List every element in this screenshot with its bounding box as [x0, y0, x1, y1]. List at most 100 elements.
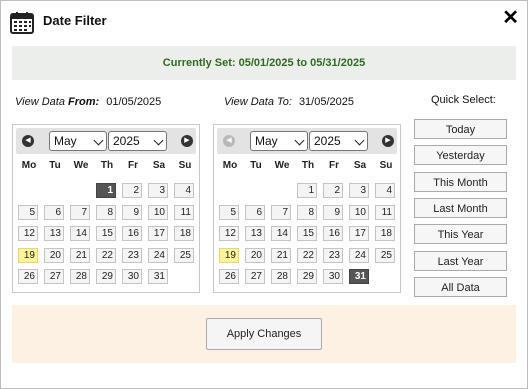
to-day-cell[interactable]: 24 [349, 247, 369, 263]
from-day-cell[interactable]: 19 [18, 247, 38, 263]
to-day-cell[interactable]: 26 [219, 269, 239, 284]
to-day-cell[interactable]: 28 [271, 269, 291, 284]
to-day-cell[interactable]: 11 [375, 204, 395, 220]
to-weekday-header: We [274, 160, 290, 171]
to-day-cell[interactable]: 16 [323, 226, 343, 241]
to-day-cell[interactable]: 22 [297, 247, 317, 263]
from-day-cell[interactable]: 7 [70, 204, 90, 220]
from-label-prefix: View Data [15, 96, 68, 108]
dialog-title: Date Filter [43, 13, 107, 28]
quick-select-this-year-button[interactable]: This Year [414, 224, 507, 245]
to-weekday-header: Fr [329, 160, 339, 171]
to-day-cell[interactable]: 2 [323, 183, 343, 198]
to-year-select[interactable]: 2025 [309, 131, 368, 151]
from-calendar-header: ◀ May 2025 ▶ [16, 128, 196, 154]
from-day-cell[interactable]: 16 [122, 226, 142, 241]
from-day-cell[interactable]: 4 [174, 183, 194, 198]
to-day-cell[interactable]: 7 [271, 204, 291, 220]
to-date-value: 31/05/2025 [298, 96, 354, 108]
from-day-cell[interactable]: 31 [148, 269, 168, 284]
chevron-down-icon [294, 135, 305, 146]
from-day-cell[interactable]: 17 [148, 226, 168, 241]
quick-select-yesterday-button[interactable]: Yesterday [414, 145, 507, 166]
to-day-cell[interactable]: 4 [375, 183, 395, 198]
from-day-cell[interactable]: 29 [96, 269, 116, 284]
from-day-cell[interactable]: 20 [44, 247, 64, 263]
apply-changes-button[interactable]: Apply Changes [206, 318, 322, 350]
from-month-select[interactable]: May [49, 131, 107, 151]
to-day-cell[interactable]: 6 [245, 204, 265, 220]
quick-select-label: Quick Select: [431, 94, 496, 106]
from-day-cell[interactable]: 30 [122, 269, 142, 284]
to-day-cell[interactable]: 31 [349, 269, 369, 284]
from-day-cell[interactable]: 24 [148, 247, 168, 263]
to-weekday-header: Su [379, 160, 393, 171]
quick-select-last-month-button[interactable]: Last Month [414, 197, 507, 218]
prev-month-icon[interactable]: ◀ [223, 135, 235, 147]
to-day-cell[interactable]: 21 [271, 247, 291, 263]
from-day-cell[interactable]: 27 [44, 269, 64, 284]
to-day-cell[interactable]: 10 [349, 204, 369, 220]
from-weekday-header: Th [100, 160, 114, 171]
from-weekday-header: Tu [49, 160, 61, 171]
to-day-cell[interactable]: 19 [219, 247, 239, 263]
from-day-cell[interactable]: 2 [122, 183, 142, 198]
to-day-cell[interactable]: 3 [349, 183, 369, 198]
to-day-cell[interactable]: 25 [375, 247, 395, 263]
to-day-cell[interactable]: 29 [297, 269, 317, 284]
from-day-cell[interactable]: 13 [44, 226, 64, 241]
from-day-cell[interactable]: 18 [174, 226, 194, 241]
from-day-cell[interactable]: 3 [148, 183, 168, 198]
from-day-cell[interactable]: 28 [70, 269, 90, 284]
prev-month-icon[interactable]: ◀ [22, 135, 34, 147]
from-year-select[interactable]: 2025 [108, 131, 167, 151]
to-day-cell[interactable]: 14 [271, 226, 291, 241]
to-day-cell[interactable]: 30 [323, 269, 343, 284]
to-day-cell[interactable]: 13 [245, 226, 265, 241]
from-day-cell[interactable]: 8 [96, 204, 116, 220]
to-weekday-header: Th [301, 160, 315, 171]
to-day-cell[interactable]: 27 [245, 269, 265, 284]
to-day-cell[interactable]: 12 [219, 226, 239, 241]
from-weekday-header: Sa [152, 160, 166, 171]
to-day-cell[interactable]: 20 [245, 247, 265, 263]
from-day-cell[interactable]: 14 [70, 226, 90, 241]
from-day-cell[interactable]: 15 [96, 226, 116, 241]
close-icon[interactable]: ✕ [502, 7, 519, 29]
to-day-cell[interactable]: 8 [297, 204, 317, 220]
quick-select-this-month-button[interactable]: This Month [414, 171, 507, 192]
from-day-cell[interactable]: 26 [18, 269, 38, 284]
from-day-cell[interactable]: 21 [70, 247, 90, 263]
to-weekday-header: Tu [250, 160, 262, 171]
from-day-cell[interactable]: 11 [174, 204, 194, 220]
date-filter-dialog: Date Filter ✕ Currently Set: 05/01/2025 … [0, 0, 528, 389]
quick-select-today-button[interactable]: Today [414, 119, 507, 139]
next-month-icon[interactable]: ▶ [181, 135, 193, 147]
next-month-icon[interactable]: ▶ [382, 135, 394, 147]
from-day-cell[interactable]: 10 [148, 204, 168, 220]
from-day-cell[interactable]: 23 [122, 247, 142, 263]
quick-select-all-data-button[interactable]: All Data [414, 276, 507, 297]
from-day-cell[interactable]: 1 [96, 183, 116, 198]
quick-select-last-year-button[interactable]: Last Year [414, 250, 507, 271]
from-weekday-header: We [73, 160, 89, 171]
to-day-cell[interactable]: 18 [375, 226, 395, 241]
to-weekday-header: Mo [222, 160, 238, 171]
chevron-down-icon [153, 135, 164, 146]
from-day-cell[interactable]: 5 [18, 204, 38, 220]
from-year-value: 2025 [113, 134, 140, 148]
to-day-cell[interactable]: 5 [219, 204, 239, 220]
to-day-cell[interactable]: 1 [297, 183, 317, 198]
chevron-down-icon [93, 135, 104, 146]
to-day-cell[interactable]: 15 [297, 226, 317, 241]
from-day-cell[interactable]: 25 [174, 247, 194, 263]
from-day-cell[interactable]: 22 [96, 247, 116, 263]
from-day-cell[interactable]: 12 [18, 226, 38, 241]
to-day-cell[interactable]: 17 [349, 226, 369, 241]
to-month-value: May [255, 134, 278, 148]
to-month-select[interactable]: May [250, 131, 308, 151]
to-day-cell[interactable]: 23 [323, 247, 343, 263]
from-day-cell[interactable]: 9 [122, 204, 142, 220]
from-day-cell[interactable]: 6 [44, 204, 64, 220]
to-day-cell[interactable]: 9 [323, 204, 343, 220]
